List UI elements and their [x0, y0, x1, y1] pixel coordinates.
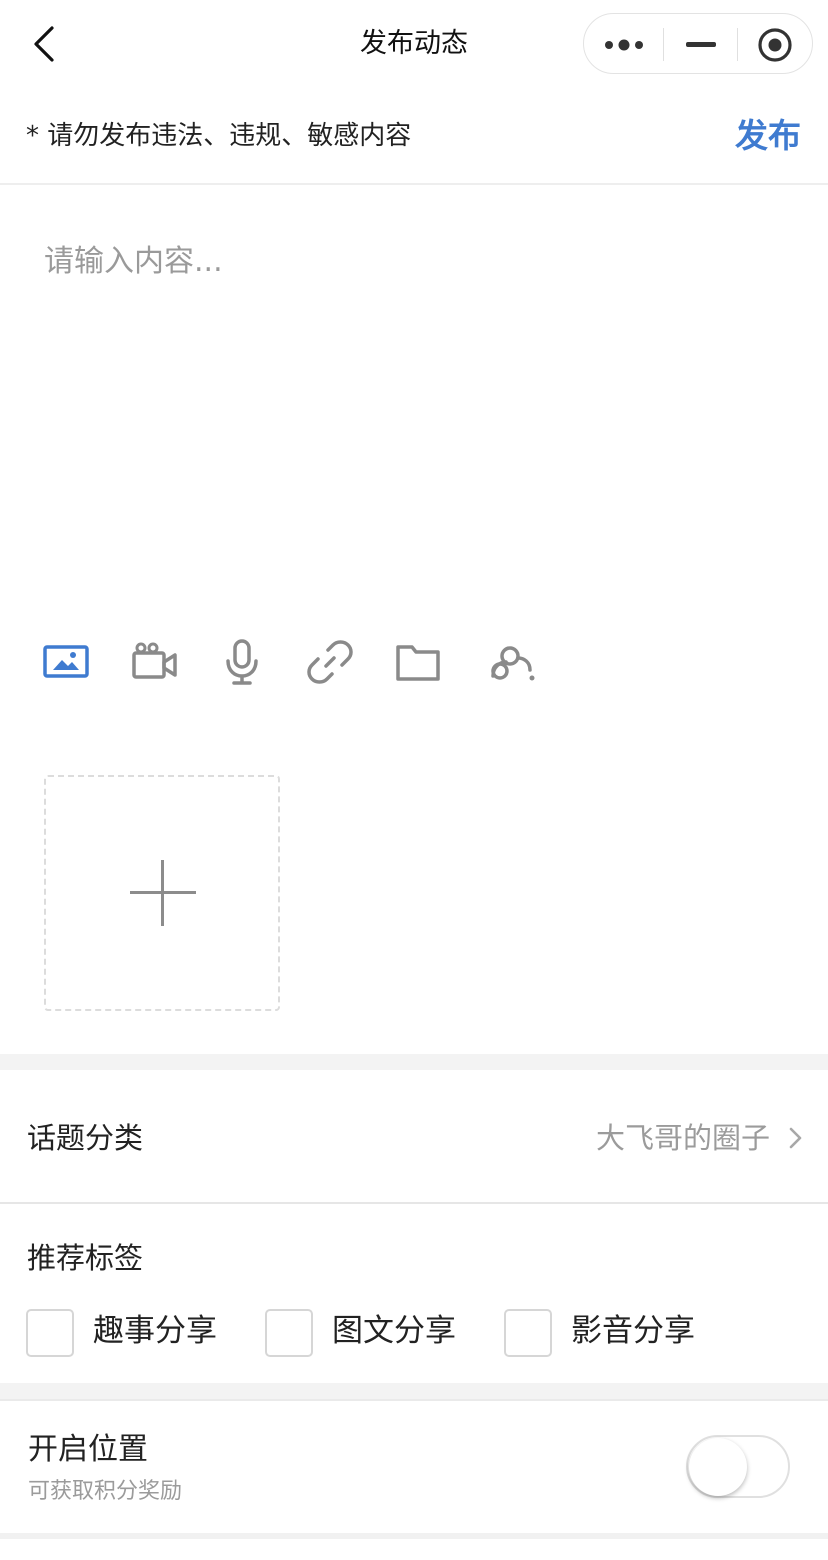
location-subtitle: 可获取积分奖励 — [28, 1479, 183, 1504]
publish-button[interactable]: 发布 — [735, 112, 801, 160]
divider — [0, 183, 828, 185]
person-at-icon — [491, 646, 535, 681]
link-icon — [307, 640, 353, 684]
close-button[interactable] — [738, 14, 812, 75]
section-gap — [0, 1054, 828, 1070]
insert-file-button[interactable] — [394, 638, 442, 686]
chevron-right-icon — [789, 1127, 802, 1149]
add-media-button[interactable] — [44, 775, 280, 1011]
insert-link-button[interactable] — [306, 638, 354, 686]
microphone-icon — [226, 639, 258, 685]
mini-program-capsule — [583, 13, 813, 74]
tag-checkbox-audio-video[interactable] — [504, 1309, 552, 1357]
folder-icon — [396, 645, 440, 681]
more-dots-icon — [605, 39, 643, 50]
image-icon — [43, 645, 89, 678]
content-input[interactable] — [44, 236, 784, 596]
record-circle-icon — [758, 27, 792, 62]
location-title: 开启位置 — [28, 1432, 148, 1467]
divider — [0, 1202, 828, 1204]
insert-audio-button[interactable] — [218, 638, 266, 686]
location-toggle[interactable] — [686, 1435, 790, 1498]
tag-label-fun: 趣事分享 — [93, 1313, 217, 1349]
tag-checkbox-fun[interactable] — [26, 1309, 74, 1357]
tag-checkbox-image-text[interactable] — [265, 1309, 313, 1357]
content-notice: * 请勿发布违法、违规、敏感内容 — [26, 121, 412, 151]
video-icon — [132, 642, 177, 679]
insert-video-button[interactable] — [131, 638, 179, 686]
plus-icon — [161, 860, 164, 926]
minus-icon — [686, 41, 716, 47]
section-gap — [0, 1383, 828, 1399]
more-button[interactable] — [584, 14, 664, 75]
insert-image-button[interactable] — [42, 638, 90, 686]
minimize-button[interactable] — [664, 14, 738, 75]
mention-user-button[interactable] — [488, 638, 536, 686]
toggle-knob — [689, 1438, 747, 1496]
topic-category-label: 话题分类 — [27, 1121, 144, 1155]
section-gap — [0, 1533, 828, 1539]
tag-label-audio-video: 影音分享 — [571, 1313, 695, 1349]
topic-category-value: 大飞哥的圈子 — [595, 1121, 770, 1155]
recommended-tags-title: 推荐标签 — [27, 1241, 144, 1275]
tag-label-image-text: 图文分享 — [332, 1313, 456, 1349]
